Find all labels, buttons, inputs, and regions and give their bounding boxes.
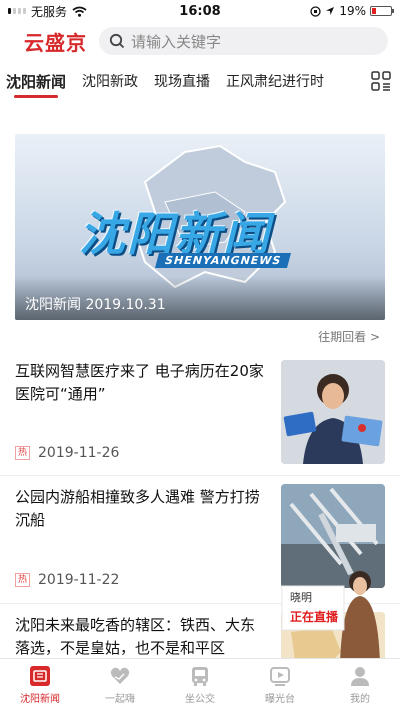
news-title: 互联网智慧医疗来了 电子病历在20家医院可“通用” xyxy=(15,362,264,403)
banner-subtitle: SHENYANGNEWS xyxy=(154,253,292,268)
bus-icon xyxy=(192,666,208,686)
live-status: 正在直播 xyxy=(290,610,339,624)
tab-discipline[interactable]: 正风肃纪进行时 xyxy=(226,60,324,102)
heart-hands-icon xyxy=(110,667,130,684)
nav-together[interactable]: 一起嗨 xyxy=(80,659,160,710)
app-header: 云盛京 请输入关键字 xyxy=(0,22,400,60)
nav-label: 我的 xyxy=(350,693,370,705)
news-date: 2019-11-22 xyxy=(38,572,120,588)
search-input[interactable]: 请输入关键字 xyxy=(99,27,388,55)
tab-live[interactable]: 现场直播 xyxy=(154,60,210,102)
user-icon xyxy=(351,666,369,686)
news-title: 公园内游船相撞致多人遇难 警方打捞沉船 xyxy=(15,488,260,529)
news-thumbnail xyxy=(281,360,385,464)
nav-shenyang-news[interactable]: 沈阳新闻 xyxy=(0,659,80,710)
live-host-name: 晓明 xyxy=(290,591,312,604)
nav-label: 曝光台 xyxy=(265,693,295,705)
video-play-icon xyxy=(270,666,290,686)
nav-profile[interactable]: 我的 xyxy=(320,659,400,710)
banner-caption: 沈阳新闻 2019.10.31 xyxy=(25,297,166,313)
search-placeholder: 请输入关键字 xyxy=(131,32,222,51)
tab-shenyang-policy[interactable]: 沈阳新政 xyxy=(82,60,138,102)
clock: 16:08 xyxy=(179,3,221,19)
hot-tag: 热 xyxy=(15,446,31,460)
news-date: 2019-11-26 xyxy=(38,445,120,461)
past-episodes-link[interactable]: 往期回看 > xyxy=(0,320,400,350)
battery-icon xyxy=(370,6,394,16)
nav-exposure[interactable]: 曝光台 xyxy=(240,659,320,710)
channel-grid-icon[interactable] xyxy=(370,70,392,92)
hot-tag: 热 xyxy=(15,573,31,587)
featured-banner[interactable]: 沈阳新闻 SHENYANGNEWS 沈阳新闻 2019.10.31 xyxy=(15,134,385,320)
news-title: 沈阳未来最吃香的辖区：铁西、大东落选，不是皇姑，也不是和平区 xyxy=(15,616,256,657)
bottom-nav: 沈阳新闻 一起嗨 坐公交 曝光台 我的 xyxy=(0,658,400,710)
live-widget[interactable]: 晓明 正在直播 xyxy=(280,568,392,664)
app-logo: 云盛京 xyxy=(24,30,87,55)
news-icon xyxy=(30,665,50,686)
nav-label: 一起嗨 xyxy=(105,693,135,705)
status-bar: 无服务 16:08 19% xyxy=(0,0,400,22)
tab-shenyang-news[interactable]: 沈阳新闻 xyxy=(6,60,66,102)
nav-bus[interactable]: 坐公交 xyxy=(160,659,240,710)
nav-label: 坐公交 xyxy=(185,693,215,705)
category-tabs: 沈阳新闻 沈阳新政 现场直播 正风肃纪进行时 xyxy=(0,60,400,102)
search-icon xyxy=(109,33,125,49)
nav-label: 沈阳新闻 xyxy=(20,693,60,705)
news-item[interactable]: 互联网智慧医疗来了 电子病历在20家医院可“通用” 热 2019-11-26 xyxy=(0,350,400,475)
